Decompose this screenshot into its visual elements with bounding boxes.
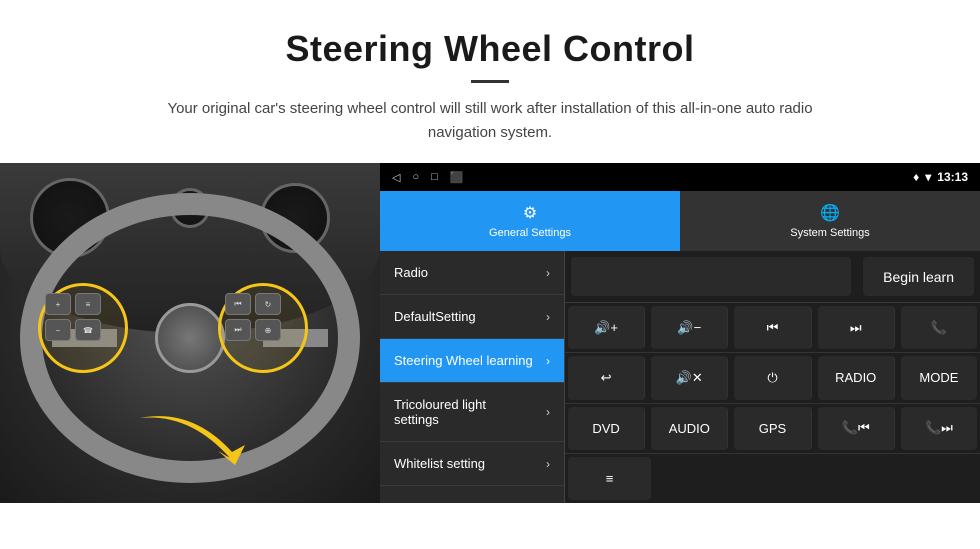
dvd-button[interactable]: DVD bbox=[568, 407, 645, 450]
menu-item-whitelist-label: Whitelist setting bbox=[394, 456, 485, 471]
header-section: Steering Wheel Control Your original car… bbox=[0, 0, 980, 163]
sw-btn-seek: ↻ bbox=[255, 293, 281, 315]
vol-up-button[interactable]: 🔊+ bbox=[568, 306, 645, 349]
android-ui-panel: ◁ ○ □ ⬛ ♦ ▾ 13:13 ⚙ General Settings bbox=[380, 163, 980, 503]
prev-track-button[interactable]: ⏮ bbox=[734, 306, 811, 349]
power-button[interactable]: ⏻ bbox=[734, 356, 811, 399]
phone-prev-icon: 📞⏮ bbox=[842, 420, 870, 436]
vol-up-icon: 🔊+ bbox=[594, 320, 618, 336]
wifi-icon: ▾ bbox=[925, 170, 931, 184]
menu-item-whitelist[interactable]: Whitelist setting › bbox=[380, 442, 564, 486]
system-settings-icon: 🌐 bbox=[820, 203, 840, 223]
sw-btn-mode: ≡ bbox=[75, 293, 101, 315]
status-bar: ◁ ○ □ ⬛ ♦ ▾ 13:13 bbox=[380, 163, 980, 191]
next-track-button[interactable]: ⏭ bbox=[818, 306, 895, 349]
button-grid: 🔊+ 🔊− ⏮ ⏭ 📞 bbox=[565, 303, 980, 503]
radio-button[interactable]: RADIO bbox=[818, 356, 895, 399]
btn-row-3: DVD AUDIO GPS 📞⏮ bbox=[565, 404, 980, 454]
header-description: Your original car's steering wheel contr… bbox=[140, 97, 840, 145]
phone-icon: 📞 bbox=[931, 320, 947, 336]
chevron-default: › bbox=[546, 310, 550, 324]
list-icon: ≡ bbox=[606, 471, 614, 486]
phone-next-button[interactable]: 📞⏭ bbox=[901, 407, 977, 450]
gps-button[interactable]: GPS bbox=[734, 407, 811, 450]
sw-buttons-left: + ≡ − ☎ bbox=[45, 293, 101, 341]
return-button[interactable]: ↩ bbox=[568, 356, 645, 399]
menu-item-radio[interactable]: Radio › bbox=[380, 251, 564, 295]
audio-button[interactable]: AUDIO bbox=[651, 407, 728, 450]
radio-label: RADIO bbox=[835, 370, 876, 385]
signal-icon: ♦ bbox=[913, 170, 919, 184]
mode-button[interactable]: MODE bbox=[901, 356, 977, 399]
steering-wheel-bg: + ≡ − ☎ ⏮ ↻ ⏭ ⊕ bbox=[0, 163, 380, 503]
top-row: Begin learn bbox=[565, 251, 980, 303]
audio-label: AUDIO bbox=[669, 421, 710, 436]
chevron-tricoloured: › bbox=[546, 405, 550, 419]
mute-icon: 🔊✕ bbox=[676, 370, 703, 386]
arrow-indicator bbox=[130, 403, 260, 483]
phone-next-icon: 📞⏭ bbox=[925, 420, 953, 436]
dvd-label: DVD bbox=[592, 421, 619, 436]
menu-item-radio-label: Radio bbox=[394, 265, 428, 280]
vol-down-button[interactable]: 🔊− bbox=[651, 306, 728, 349]
menu-item-default-label: DefaultSetting bbox=[394, 309, 476, 324]
steering-wheel-center bbox=[155, 303, 225, 373]
learn-input-cell bbox=[571, 257, 851, 296]
chevron-whitelist: › bbox=[546, 457, 550, 471]
steering-wheel-panel: + ≡ − ☎ ⏮ ↻ ⏭ ⊕ bbox=[0, 163, 380, 503]
phone-prev-button[interactable]: 📞⏮ bbox=[818, 407, 895, 450]
next-track-icon: ⏭ bbox=[850, 320, 862, 336]
phone-button[interactable]: 📞 bbox=[901, 306, 977, 349]
tab-system-settings[interactable]: 🌐 System Settings bbox=[680, 191, 980, 251]
btn-row-1: 🔊+ 🔊− ⏮ ⏭ 📞 bbox=[565, 303, 980, 353]
page-title: Steering Wheel Control bbox=[40, 28, 940, 70]
tab-general-label: General Settings bbox=[489, 227, 571, 239]
prev-track-icon: ⏮ bbox=[767, 320, 779, 336]
menu-item-tricoloured-label: Tricoloured lightsettings bbox=[394, 397, 486, 427]
mode-label: MODE bbox=[919, 370, 958, 385]
list-button[interactable]: ≡ bbox=[568, 457, 651, 500]
sw-btn-next: ⏭ bbox=[225, 319, 251, 341]
menu-content-area: Radio › DefaultSetting › Steering Wheel … bbox=[380, 251, 980, 503]
page-wrapper: Steering Wheel Control Your original car… bbox=[0, 0, 980, 503]
recents-icon: □ bbox=[431, 171, 438, 183]
tab-bar: ⚙ General Settings 🌐 System Settings bbox=[380, 191, 980, 251]
status-right-area: ♦ ▾ 13:13 bbox=[913, 170, 968, 184]
sw-buttons-right: ⏮ ↻ ⏭ ⊕ bbox=[225, 293, 281, 341]
begin-learn-button[interactable]: Begin learn bbox=[863, 257, 974, 296]
menu-item-steering-label: Steering Wheel learning bbox=[394, 353, 533, 368]
menu-icon: ⬛ bbox=[450, 171, 464, 184]
main-content: + ≡ − ☎ ⏮ ↻ ⏭ ⊕ bbox=[0, 163, 980, 503]
chevron-radio: › bbox=[546, 266, 550, 280]
sw-btn-vol-down: − bbox=[45, 319, 71, 341]
back-icon: ◁ bbox=[392, 171, 400, 184]
vol-down-icon: 🔊− bbox=[677, 320, 701, 336]
general-settings-icon: ⚙ bbox=[523, 203, 537, 223]
status-nav-icons: ◁ ○ □ ⬛ bbox=[392, 171, 463, 184]
mute-button[interactable]: 🔊✕ bbox=[651, 356, 728, 399]
sw-btn-vol-up: + bbox=[45, 293, 71, 315]
chevron-steering: › bbox=[546, 354, 550, 368]
menu-item-tricoloured[interactable]: Tricoloured lightsettings › bbox=[380, 383, 564, 442]
content-area: Begin learn 🔊+ 🔊− bbox=[565, 251, 980, 503]
sw-btn-prev: ⏮ bbox=[225, 293, 251, 315]
tab-general-settings[interactable]: ⚙ General Settings bbox=[380, 191, 680, 251]
btn-row-4: ≡ bbox=[565, 454, 980, 503]
return-icon: ↩ bbox=[601, 370, 612, 386]
menu-item-default-setting[interactable]: DefaultSetting › bbox=[380, 295, 564, 339]
btn-row-2: ↩ 🔊✕ ⏻ RADIO MO bbox=[565, 353, 980, 403]
home-icon: ○ bbox=[412, 171, 419, 183]
clock: 13:13 bbox=[937, 170, 968, 184]
header-divider bbox=[471, 80, 509, 83]
sw-btn-mute: ⊕ bbox=[255, 319, 281, 341]
sw-btn-call: ☎ bbox=[75, 319, 101, 341]
menu-item-steering-wheel[interactable]: Steering Wheel learning › bbox=[380, 339, 564, 383]
menu-list: Radio › DefaultSetting › Steering Wheel … bbox=[380, 251, 565, 503]
power-icon: ⏻ bbox=[767, 370, 777, 386]
tab-system-label: System Settings bbox=[790, 227, 869, 239]
gps-label: GPS bbox=[759, 421, 786, 436]
